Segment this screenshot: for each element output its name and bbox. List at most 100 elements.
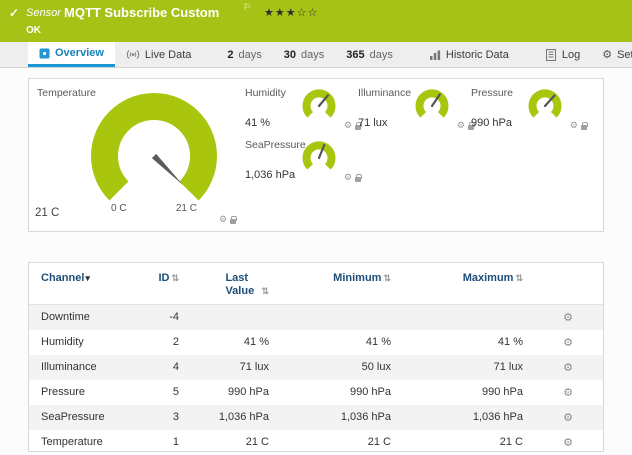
tab-historic-data[interactable]: Historic Data (418, 42, 520, 67)
sensor-title: MQTT Subscribe Custom (64, 5, 219, 20)
channel-maximum: 71 lux (401, 355, 533, 380)
stars-filled[interactable]: ★★★ (264, 7, 297, 19)
lock-icon[interactable] (355, 177, 361, 182)
table-row-illuminance[interactable]: Illuminance 4 71 lux 50 lux 71 lux ⚙ (29, 355, 603, 380)
column-header-id[interactable]: ID⇅ (149, 263, 189, 305)
priority-stars[interactable]: ★★★☆☆ (264, 6, 318, 19)
table-row-temperature[interactable]: Temperature 1 21 C 21 C 21 C ⚙ (29, 430, 603, 455)
column-header-minimum[interactable]: Minimum⇅ (279, 263, 401, 305)
tab-2-days[interactable]: 2 days (216, 42, 272, 67)
gauge-illuminance-value: 71 lux (358, 117, 387, 129)
log-icon (545, 49, 557, 61)
table-row-pressure[interactable]: Pressure 5 990 hPa 990 hPa 990 hPa ⚙ (29, 380, 603, 405)
settings-gear-icon: ⚙ (602, 48, 612, 61)
channel-last-value: 1,036 hPa (189, 405, 279, 430)
tab-live-data-label: Live Data (145, 49, 191, 61)
gauge-temperature-actions[interactable]: ⚙ (219, 215, 236, 224)
sort-desc-icon: ▾ (85, 273, 90, 283)
tab-bar: Overview Live Data 2 days 30 days 365 da… (0, 42, 632, 68)
tab-2-days-number: 2 (227, 49, 233, 61)
edit-channel-icon[interactable]: ⚙ (563, 312, 573, 324)
channel-last-value: 21 C (189, 430, 279, 455)
column-header-last-value[interactable]: Last Value⇅ (189, 263, 279, 305)
column-header-maximum[interactable]: Maximum⇅ (401, 263, 533, 305)
table-row-seapressure[interactable]: SeaPressure 3 1,036 hPa 1,036 hPa 1,036 … (29, 405, 603, 430)
object-kind-label: Sensor (26, 7, 61, 19)
gauge-cell-illuminance: Illuminance 71 lux ⚙ (358, 87, 476, 135)
tab-30-days-number: 30 (284, 49, 296, 61)
lock-icon[interactable] (230, 219, 236, 224)
edit-channel-icon[interactable]: ⚙ (563, 412, 573, 424)
gear-icon[interactable]: ⚙ (570, 121, 578, 130)
channel-id: 2 (149, 330, 189, 355)
tab-overview[interactable]: Overview (28, 42, 115, 67)
gear-icon[interactable]: ⚙ (344, 173, 352, 182)
historic-data-icon (429, 49, 441, 61)
channel-maximum: 1,036 hPa (401, 405, 533, 430)
tab-log[interactable]: Log (534, 42, 591, 67)
stars-empty[interactable]: ☆☆ (297, 7, 319, 19)
live-data-icon (126, 49, 140, 60)
edit-channel-icon[interactable]: ⚙ (563, 387, 573, 399)
edit-channel-icon[interactable]: ⚙ (563, 437, 573, 449)
table-row-downtime[interactable]: Downtime -4 ⚙ (29, 305, 603, 330)
tab-settings[interactable]: ⚙ Settings (591, 42, 632, 67)
channels-table-panel: Channel▾ ID⇅ Last Value⇅ Minimum⇅ Maximu… (28, 262, 604, 452)
gear-icon[interactable]: ⚙ (457, 121, 465, 130)
gauges-panel: Temperature 0 C 21 C 21 C ⚙ Humidity 41 … (28, 78, 604, 232)
gauge-scale-max: 21 C (176, 203, 197, 214)
channel-minimum: 41 % (279, 330, 401, 355)
column-header-channel[interactable]: Channel▾ (29, 263, 149, 305)
sort-icon: ⇅ (261, 286, 269, 296)
gear-icon[interactable]: ⚙ (344, 121, 352, 130)
channel-id: 1 (149, 430, 189, 455)
sort-icon: ⇅ (383, 273, 391, 283)
tab-2-days-unit: days (239, 49, 262, 61)
gear-icon[interactable]: ⚙ (219, 215, 227, 224)
channel-minimum (279, 305, 401, 330)
tab-log-label: Log (562, 49, 580, 61)
channel-name: Humidity (29, 330, 149, 355)
tab-365-days[interactable]: 365 days (335, 42, 404, 67)
seapressure-gauge[interactable] (301, 139, 337, 175)
sensor-titlebar: ✓ Sensor MQTT Subscribe Custom ⚐ ★★★☆☆ O… (0, 0, 632, 42)
tab-live-data[interactable]: Live Data (115, 42, 202, 67)
gauge-pressure-label: Pressure (471, 87, 513, 99)
tab-30-days-unit: days (301, 49, 324, 61)
channel-maximum: 41 % (401, 330, 533, 355)
channel-minimum: 50 lux (279, 355, 401, 380)
channel-last-value (189, 305, 279, 330)
channel-maximum: 990 hPa (401, 380, 533, 405)
channel-minimum: 990 hPa (279, 380, 401, 405)
channel-name: SeaPressure (29, 405, 149, 430)
channel-name: Downtime (29, 305, 149, 330)
channel-id: 4 (149, 355, 189, 380)
pressure-gauge[interactable] (527, 87, 563, 123)
gauge-cell-humidity: Humidity 41 % ⚙ (245, 87, 363, 135)
temperature-gauge[interactable] (89, 91, 219, 221)
gauge-pressure-actions[interactable]: ⚙ (570, 121, 587, 130)
gauge-pressure-value: 990 hPa (471, 117, 512, 129)
gauge-needle (152, 154, 183, 185)
edit-channel-icon[interactable]: ⚙ (563, 362, 573, 374)
gauge-illuminance-label: Illuminance (358, 87, 411, 99)
table-row-humidity[interactable]: Humidity 2 41 % 41 % 41 % ⚙ (29, 330, 603, 355)
channel-maximum: 21 C (401, 430, 533, 455)
gauge-scale-min: 0 C (111, 203, 127, 214)
prtg-sensor-page: { "titlebar": { "check": "✓", "kind": "S… (0, 0, 632, 444)
humidity-gauge[interactable] (301, 87, 337, 123)
tab-overview-label: Overview (55, 47, 104, 59)
channel-last-value: 71 lux (189, 355, 279, 380)
tab-30-days[interactable]: 30 days (273, 42, 336, 67)
channel-last-value: 990 hPa (189, 380, 279, 405)
gauge-seapressure-actions[interactable]: ⚙ (344, 173, 361, 182)
tab-historic-data-label: Historic Data (446, 49, 509, 61)
gauge-humidity-value: 41 % (245, 117, 270, 129)
illuminance-gauge[interactable] (414, 87, 450, 123)
channel-name: Temperature (29, 430, 149, 455)
tab-365-days-number: 365 (346, 49, 364, 61)
lock-icon[interactable] (581, 125, 587, 130)
flag-icon[interactable]: ⚐ (243, 2, 251, 13)
edit-channel-icon[interactable]: ⚙ (563, 337, 573, 349)
channel-name: Illuminance (29, 355, 149, 380)
